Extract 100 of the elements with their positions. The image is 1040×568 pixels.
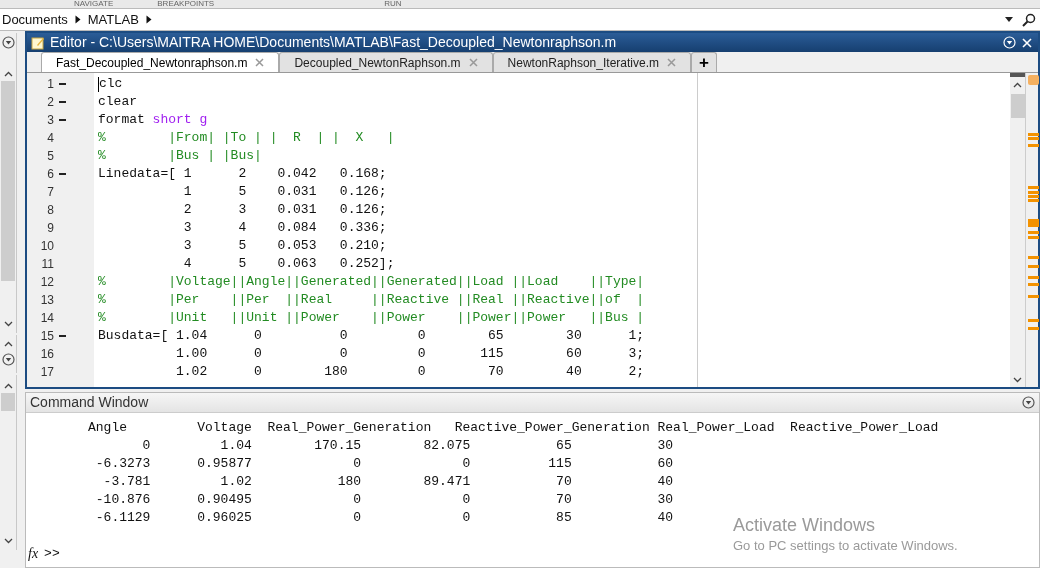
code-line: Linedata=[ 1 2 0.042 0.168;: [98, 165, 388, 183]
executable-line-mark[interactable]: [59, 173, 66, 175]
code-line: 4 5 0.063 0.252];: [182, 255, 396, 273]
warning-mark[interactable]: [1028, 276, 1039, 279]
toolstrip-section-label: BREAKPOINTS: [157, 0, 215, 8]
dropdown-icon[interactable]: [1005, 17, 1013, 22]
panel-menu-icon[interactable]: [1022, 396, 1035, 409]
executable-line-mark[interactable]: [59, 119, 66, 121]
code-line: clc: [98, 75, 124, 93]
new-tab-button[interactable]: +: [691, 52, 717, 72]
line-number: 12: [39, 274, 54, 291]
warning-mark[interactable]: [1028, 265, 1039, 268]
output-line: -6.3273 0.95877 0 0 115 60: [94, 455, 674, 473]
close-tab-icon[interactable]: [468, 58, 478, 67]
line-number: 1: [46, 76, 54, 93]
code-line: 3 4 0.084 0.336;: [182, 219, 388, 237]
window-title: Editor - C:\Users\MAITRA HOME\Documents\MATLAB\Fast_Decoupled_Newtonraphson.m: [50, 33, 617, 52]
panel-menu-icon[interactable]: [1, 36, 15, 49]
scroll-down-icon[interactable]: [3, 321, 13, 327]
line-number: 17: [39, 364, 54, 381]
code-line: 1 5 0.031 0.126;: [182, 183, 388, 201]
code-line: 1.02 0 180 0 70 40 2;: [175, 363, 646, 381]
line-number: 11: [40, 256, 54, 273]
toolstrip-section-label: RUN: [384, 0, 402, 8]
code-line: format short g: [98, 111, 209, 129]
code-line: % |Per ||Per ||Real ||Reactive ||Real ||Reactive||of |: [98, 291, 646, 309]
path-separator-icon: [74, 15, 81, 24]
output-line: -3.781 1.02 180 89.471 70 40: [102, 473, 674, 491]
analyzer-status-icon[interactable]: [1028, 75, 1039, 85]
warning-mark[interactable]: [1028, 295, 1039, 298]
line-number: 5: [46, 148, 54, 165]
line-number: 6: [46, 166, 54, 183]
output-line: -10.876 0.90495 0 0 70 30: [94, 491, 674, 509]
scroll-down-icon[interactable]: [3, 538, 13, 544]
warning-mark[interactable]: [1028, 319, 1039, 322]
path-segment[interactable]: MATLAB: [85, 9, 141, 30]
code-line: Busdata=[ 1.04 0 0 0 65 30 1;: [98, 327, 646, 345]
file-tab[interactable]: Decoupled_NewtonRaphson.m: [279, 52, 493, 72]
warning-mark[interactable]: [1028, 186, 1039, 189]
code-line: % |From| |To | | R | | X |: [98, 129, 396, 147]
scrollbar-thumb[interactable]: [1010, 94, 1025, 118]
scroll-down-icon[interactable]: [1013, 377, 1022, 383]
warning-mark[interactable]: [1028, 191, 1039, 194]
executable-line-mark[interactable]: [59, 335, 66, 337]
code-line: % |Bus | |Bus|: [98, 147, 263, 165]
editor-file-icon: [31, 35, 45, 50]
warning-mark[interactable]: [1028, 219, 1039, 227]
warning-mark[interactable]: [1028, 231, 1039, 234]
line-number: 3: [46, 112, 54, 129]
warning-mark[interactable]: [1028, 195, 1039, 198]
scrollbar-thumb[interactable]: [1, 393, 15, 411]
path-separator-icon: [145, 15, 152, 24]
activation-message: Go to PC settings to activate Windows.: [733, 537, 958, 555]
scroll-up-icon[interactable]: [3, 341, 13, 347]
panel-title: Command Window: [30, 393, 149, 412]
line-number: 4: [46, 130, 54, 147]
code-line: 1.00 0 0 0 115 60 3;: [175, 345, 646, 363]
scroll-up-icon[interactable]: [1013, 82, 1022, 88]
line-number: 8: [46, 202, 54, 219]
warning-mark[interactable]: [1028, 327, 1039, 330]
line-number: 14: [39, 310, 54, 327]
close-tab-icon[interactable]: [255, 58, 265, 67]
warning-mark[interactable]: [1028, 133, 1039, 136]
line-number: 9: [46, 220, 54, 237]
address-bar[interactable]: Documents MATLAB: [0, 9, 1040, 31]
output-line: Angle Voltage Real_Power_Generation Reactive_Power_Generation Real_Power_Load Reactive_Power_Load: [88, 419, 939, 437]
code-line: % |Unit ||Unit ||Power ||Power ||Power||Power ||Bus |: [98, 309, 646, 327]
scrollbar-thumb[interactable]: [1, 81, 15, 281]
code-line: 3 5 0.053 0.210;: [182, 237, 388, 255]
close-icon[interactable]: [1022, 37, 1032, 48]
warning-mark[interactable]: [1028, 144, 1039, 147]
line-number: 10: [39, 238, 54, 255]
command-prompt: >>: [44, 545, 60, 563]
line-number: 2: [46, 94, 54, 111]
path-segment[interactable]: Documents: [0, 9, 70, 30]
line-number: 15: [39, 328, 54, 345]
scroll-up-icon[interactable]: [3, 71, 13, 77]
line-number: 13: [39, 292, 54, 309]
function-icon[interactable]: fx: [28, 545, 39, 563]
file-tab[interactable]: Fast_Decoupled_Newtonraphson.m: [41, 52, 280, 72]
toolstrip-section-label: NAVIGATE: [74, 0, 114, 8]
warning-mark[interactable]: [1028, 199, 1039, 202]
code-line: % |Voltage||Angle||Generated||Generated||Load ||Load ||Type|: [98, 273, 646, 291]
executable-line-mark[interactable]: [59, 101, 66, 103]
code-line: 2 3 0.031 0.126;: [182, 201, 388, 219]
line-number: 16: [39, 346, 54, 363]
scroll-up-icon[interactable]: [3, 383, 13, 389]
output-line: -6.1129 0.96025 0 0 85 40: [94, 509, 674, 527]
executable-line-mark[interactable]: [59, 83, 66, 85]
panel-menu-icon[interactable]: [1, 353, 15, 366]
warning-mark[interactable]: [1028, 137, 1039, 140]
file-tab[interactable]: NewtonRaphson_Iterative.m: [492, 52, 691, 72]
warning-mark[interactable]: [1028, 256, 1039, 259]
line-number: 7: [46, 184, 54, 201]
activation-title: Activate Windows: [733, 514, 877, 536]
output-line: 0 1.04 170.15 82.075 65 30: [141, 437, 674, 455]
search-icon[interactable]: [1022, 12, 1036, 27]
warning-mark[interactable]: [1028, 283, 1039, 286]
close-tab-icon[interactable]: [667, 58, 676, 67]
warning-mark[interactable]: [1028, 236, 1039, 239]
